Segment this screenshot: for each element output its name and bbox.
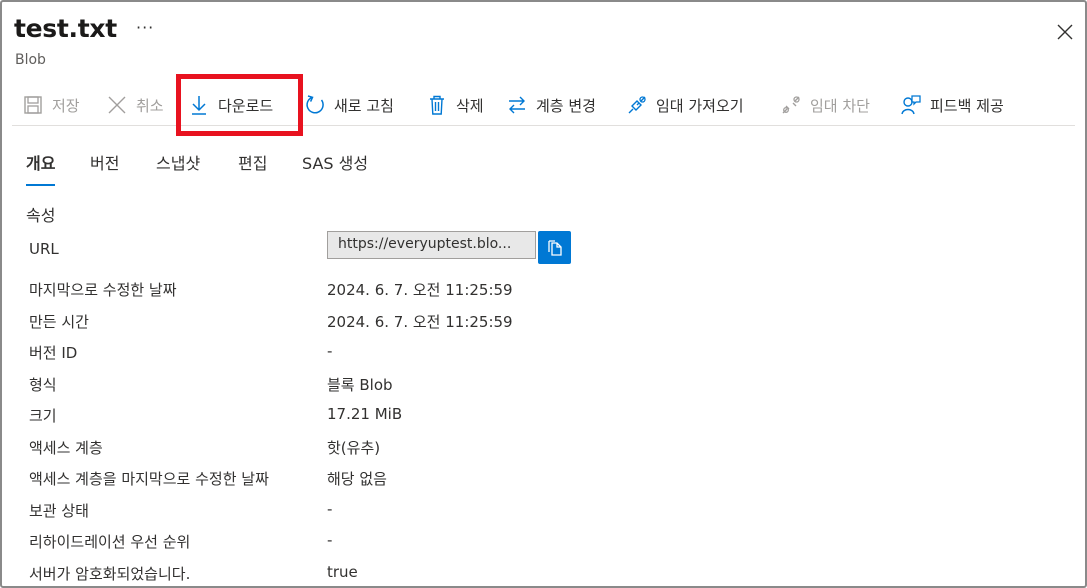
property-value: 블록 Blob <box>327 376 393 394</box>
swap-arrows-icon <box>509 96 525 114</box>
property-label: 크기 <box>29 407 57 425</box>
delete-button[interactable]: 삭제 <box>426 86 484 124</box>
page-subtitle: Blob <box>15 52 46 68</box>
property-label: 액세스 계층 <box>29 439 103 457</box>
property-label: 형식 <box>29 376 57 394</box>
acquire-lease-button[interactable]: 임대 가져오기 <box>626 86 744 124</box>
feedback-label: 피드백 제공 <box>930 96 1004 115</box>
more-options-icon[interactable]: ··· <box>136 18 154 37</box>
cancel-button[interactable]: 취소 <box>106 86 164 124</box>
save-icon <box>24 96 42 114</box>
property-label: 보관 상태 <box>29 502 89 520</box>
property-value: 핫(유추) <box>327 439 381 457</box>
property-value: true <box>327 563 358 581</box>
download-icon <box>192 96 206 115</box>
save-label: 저장 <box>52 96 80 115</box>
cancel-label: 취소 <box>136 96 164 115</box>
property-label: 마지막으로 수정한 날짜 <box>29 281 177 299</box>
refresh-button[interactable]: 새로 고침 <box>304 86 394 124</box>
tab-edit[interactable]: 편집 <box>238 150 267 184</box>
url-label: URL <box>29 240 59 258</box>
property-label: 서버가 암호화되었습니다. <box>29 565 191 583</box>
page-title: test.txt <box>14 14 117 43</box>
break-lease-button[interactable]: 임대 차단 <box>780 86 870 124</box>
download-label: 다운로드 <box>218 96 274 115</box>
tab-versions[interactable]: 버전 <box>90 150 119 184</box>
copy-url-button[interactable] <box>538 231 571 264</box>
properties-heading: 속성 <box>26 206 56 225</box>
command-bar: 저장 취소 다운로드 새로 고침 삭제 계층 변경 임대 가져오기 임대 차단 … <box>12 86 1075 126</box>
property-label: 만든 시간 <box>29 313 89 331</box>
property-value: 17.21 MiB <box>327 405 403 423</box>
blob-properties-panel: test.txt ··· Blob 저장 취소 다운로드 새로 고침 삭제 계층… <box>0 0 1087 588</box>
property-value: - <box>327 500 333 518</box>
refresh-label: 새로 고침 <box>334 96 394 115</box>
refresh-icon <box>306 95 324 114</box>
copy-icon <box>547 239 562 256</box>
change-tier-button[interactable]: 계층 변경 <box>506 86 596 124</box>
property-value: 해당 없음 <box>327 470 387 488</box>
delete-label: 삭제 <box>456 96 484 115</box>
broken-link-icon <box>782 96 800 114</box>
url-field[interactable]: https://everyuptest.blo... <box>327 231 536 259</box>
property-value: 2024. 6. 7. 오전 11:25:59 <box>327 281 513 299</box>
tab-snapshots[interactable]: 스냅샷 <box>156 150 200 184</box>
download-button[interactable]: 다운로드 <box>188 86 273 124</box>
feedback-button[interactable]: 피드백 제공 <box>900 86 1004 124</box>
tab-generate-sas[interactable]: SAS 생성 <box>302 150 368 184</box>
close-icon[interactable] <box>1055 22 1075 42</box>
save-button[interactable]: 저장 <box>22 86 80 124</box>
link-plug-icon <box>628 96 646 114</box>
change-tier-label: 계층 변경 <box>536 96 596 115</box>
acquire-lease-label: 임대 가져오기 <box>656 96 744 115</box>
property-label: 액세스 계층을 마지막으로 수정한 날짜 <box>29 470 269 488</box>
property-label: 리하이드레이션 우선 순위 <box>29 533 191 551</box>
trash-icon <box>430 95 444 115</box>
property-value: - <box>327 342 333 360</box>
tab-overview[interactable]: 개요 <box>26 150 56 186</box>
property-value: 2024. 6. 7. 오전 11:25:59 <box>327 313 513 331</box>
property-value: - <box>327 531 333 549</box>
cancel-icon <box>108 96 126 114</box>
break-lease-label: 임대 차단 <box>810 96 870 115</box>
property-label: 버전 ID <box>29 344 78 362</box>
feedback-person-icon <box>901 95 921 115</box>
